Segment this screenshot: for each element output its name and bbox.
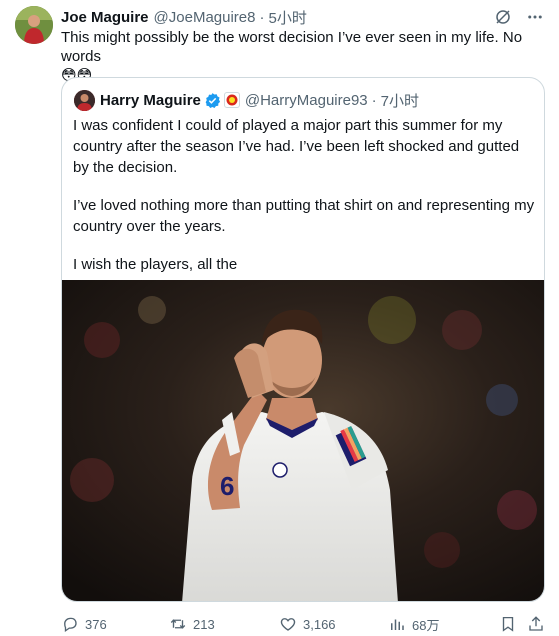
bookmark-icon xyxy=(499,615,523,633)
quoted-timestamp: 7小时 xyxy=(380,92,419,110)
separator-dot: · xyxy=(371,91,377,109)
tweet-header: Joe Maguire @JoeMaguire8 · 5小时 xyxy=(61,6,544,28)
shirt-number: 6 xyxy=(220,471,234,501)
reply-count: 376 xyxy=(85,616,107,632)
quoted-paragraph: I was confident I could of played a majo… xyxy=(73,117,520,176)
quoted-tweet-header: Harry Maguire @HarryMaguire93 · 7小时 xyxy=(74,89,419,111)
tweet-body: This might possibly be the worst decisio… xyxy=(61,29,523,65)
grok-icon[interactable] xyxy=(494,8,512,26)
author-avatar[interactable] xyxy=(15,6,53,44)
header-icons xyxy=(494,6,544,28)
share-icon xyxy=(527,615,551,633)
author-name[interactable]: Joe Maguire xyxy=(61,9,149,26)
tweet[interactable]: Joe Maguire @JoeMaguire8 · 5小时 This migh… xyxy=(0,0,559,636)
views-count: 68万 xyxy=(412,617,440,633)
author-handle[interactable]: @JoeMaguire8 xyxy=(154,9,256,26)
affiliation-badge-icon xyxy=(223,92,240,108)
share-button[interactable] xyxy=(527,612,551,636)
timestamp[interactable]: 5小时 xyxy=(268,7,306,28)
quoted-paragraph: I’ve loved nothing more than putting tha… xyxy=(73,197,535,235)
retweet-icon xyxy=(169,615,193,633)
more-icon[interactable] xyxy=(526,8,544,26)
like-button[interactable]: 3,166 xyxy=(279,612,336,636)
verified-badge-icon xyxy=(204,92,221,109)
bookmark-button[interactable] xyxy=(499,612,523,636)
quoted-tweet-text: I was confident I could of played a majo… xyxy=(73,115,537,292)
like-count: 3,166 xyxy=(303,616,336,632)
reply-icon xyxy=(61,615,85,633)
quoted-author-name: Harry Maguire xyxy=(100,91,201,109)
views-button[interactable]: 68万 xyxy=(388,612,439,636)
reply-button[interactable]: 376 xyxy=(61,612,107,636)
quoted-paragraph: I wish the players, all the xyxy=(73,256,238,273)
retweet-button[interactable]: 213 xyxy=(169,612,215,636)
quoted-author-avatar xyxy=(74,89,95,111)
quoted-author-handle: @HarryMaguire93 xyxy=(244,91,368,109)
heart-icon xyxy=(279,615,303,633)
separator-dot: · xyxy=(259,8,265,26)
retweet-count: 213 xyxy=(193,616,215,632)
quoted-tweet-photo[interactable]: 6 xyxy=(62,280,544,601)
views-icon xyxy=(388,615,412,633)
tweet-actions: 376 213 3,166 68万 xyxy=(61,612,545,636)
quoted-tweet[interactable]: Harry Maguire @HarryMaguire93 · 7小时 I wa… xyxy=(61,77,545,602)
